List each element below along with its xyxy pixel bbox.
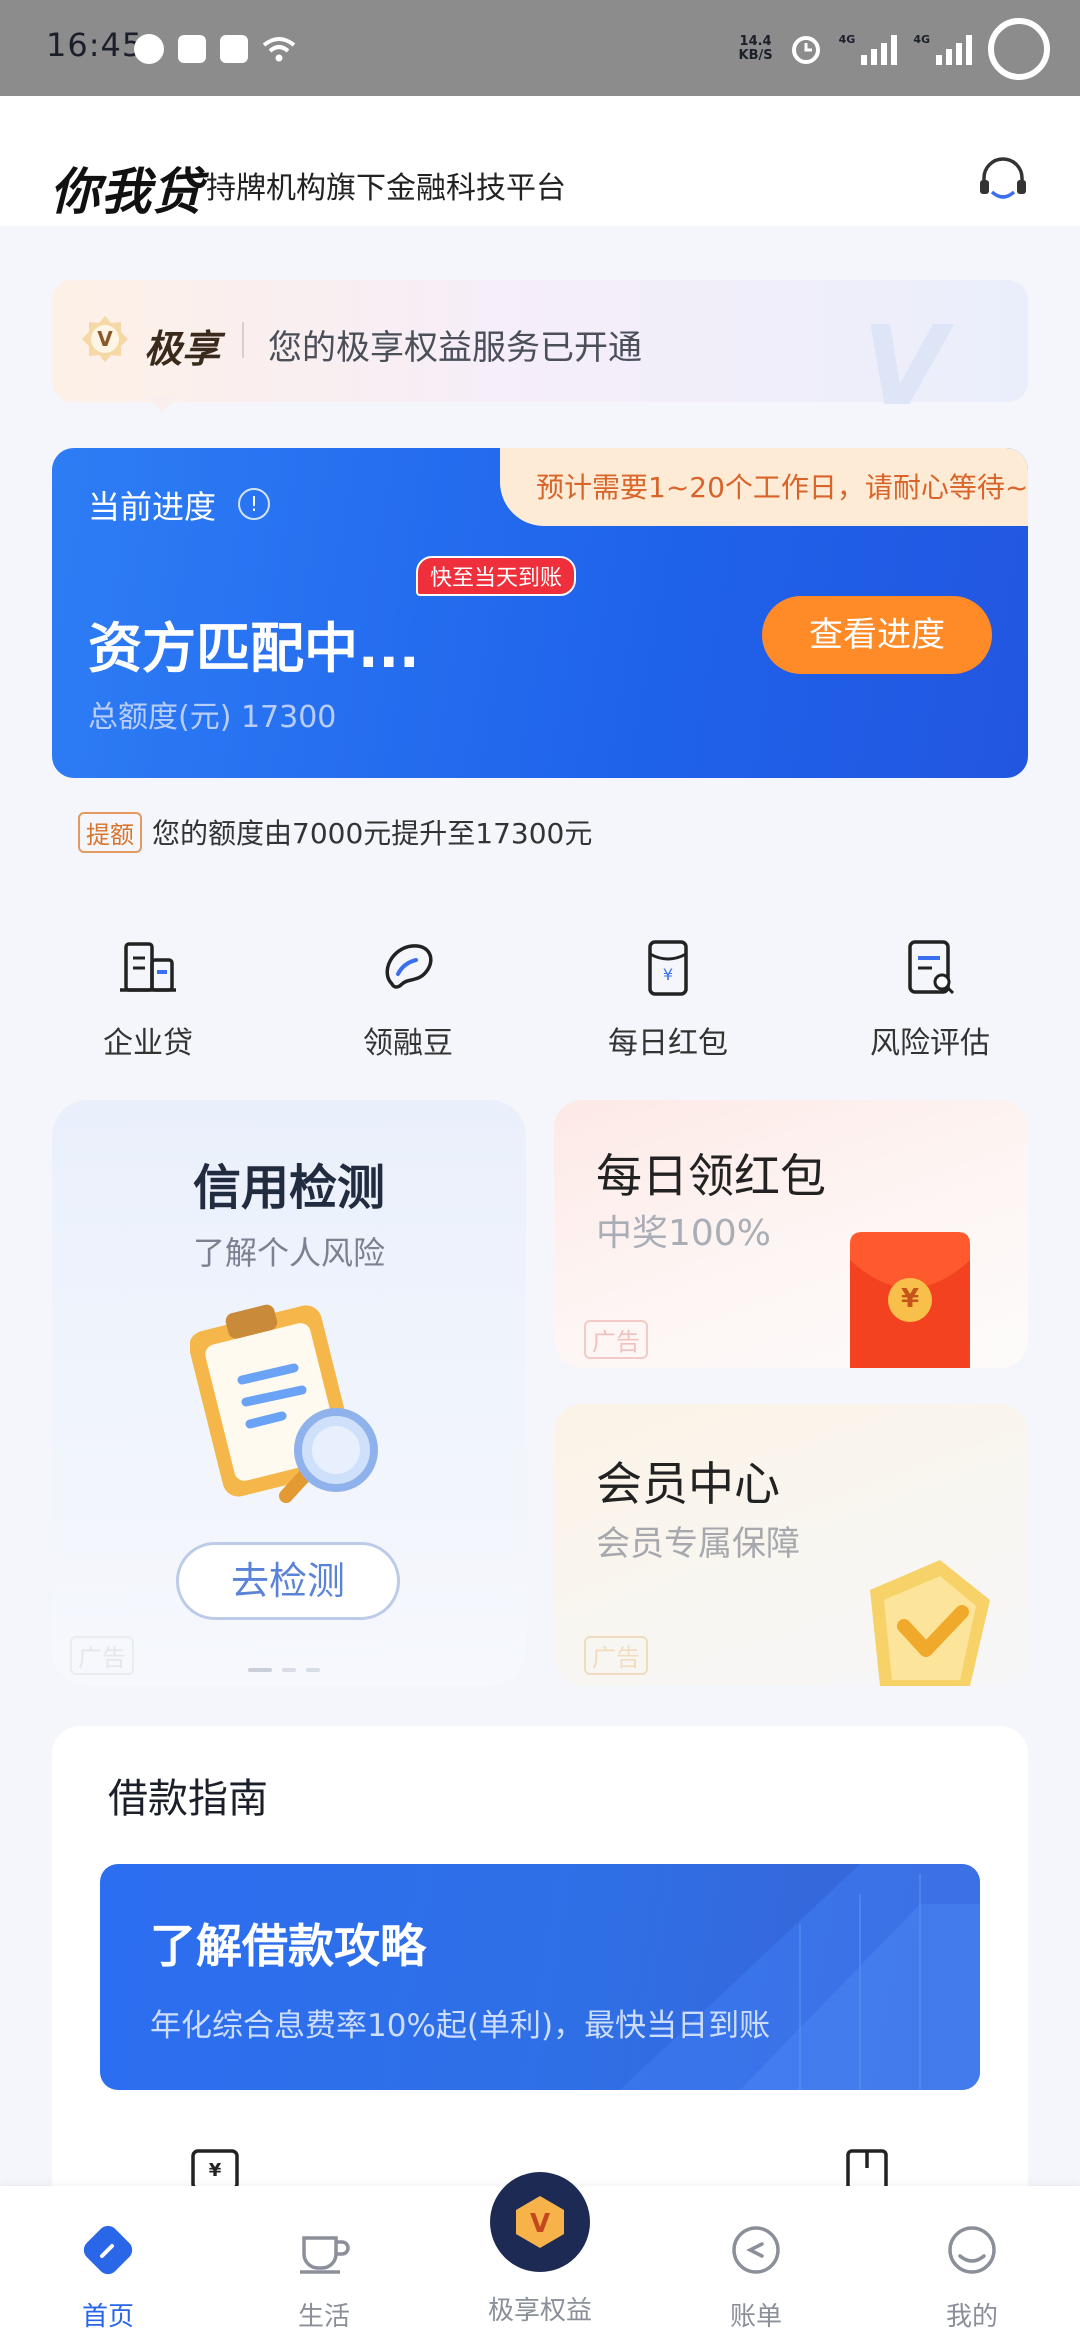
loan-guide-banner-title: 了解借款攻略 [150,1919,426,1973]
member-center-title: 会员中心 [596,1457,780,1511]
loan-guide-banner-subtitle: 年化综合息费率10%起(单利)，最快当日到账 [150,2008,771,2044]
svg-text:¥: ¥ [663,965,673,984]
app-logo: 你我贷 [50,163,203,221]
credit-raise-tag: 提额 [78,812,142,853]
alarm-icon [791,36,820,64]
red-packet-icon: ¥ [648,940,688,996]
progress-notice: 预计需要1~20个工作日，请耐心等待~ [536,471,1029,504]
progress-status: 资方匹配中... [88,617,420,680]
tab-label: 我的 [945,2302,998,2332]
vip-badge-icon: V [82,316,128,362]
red-packet-title: 每日领红包 [596,1149,826,1203]
tab-label: 账单 [729,2302,782,2332]
tab-label: 生活 [297,2302,350,2332]
vip-message: 您的极享权益服务已开通 [268,328,642,368]
tab-life[interactable]: 生活 [244,2208,404,2333]
app-slogan: 持牌机构旗下金融科技平台 [206,171,566,206]
coffee-cup-icon [300,2236,350,2274]
quick-item-enterprise-loan[interactable]: 企业贷 [58,938,238,1062]
svg-text:V: V [97,327,113,351]
svg-text:V: V [530,2209,550,2239]
tab-mine[interactable]: 我的 [892,2208,1052,2333]
ad-label: 广告 [584,1636,648,1675]
go-check-button[interactable]: 去检测 [176,1542,400,1620]
bean-icon [385,944,433,989]
info-icon[interactable]: ! [238,488,270,520]
ad-label: 广告 [70,1636,134,1675]
loan-guide-banner[interactable] [100,1864,980,2090]
member-center-subtitle: 会员专属保障 [596,1524,800,1564]
user-face-icon [948,2226,996,2274]
quick-item-risk-assessment[interactable]: 风险评估 [840,938,1020,1062]
quick-item-label: 企业贷 [103,1026,193,1061]
carousel-indicator [248,1668,320,1672]
credit-check-title: 信用检测 [192,1160,385,1216]
status-time: 16:45 [46,26,144,64]
building-icon [120,942,176,992]
progress-label: 当前进度 [88,488,217,526]
banner-decoration [620,1864,980,2090]
notification-icon [220,35,248,63]
quick-item-label: 领融豆 [363,1026,453,1061]
ad-label: 广告 [584,1320,648,1359]
red-packet-subtitle: 中奖100% [596,1213,771,1254]
sim-icon [178,35,206,63]
headset-icon[interactable] [976,154,1030,208]
vip-banner-pointer [146,396,178,412]
fast-arrival-badge: 快至当天到账 [416,556,577,596]
total-credit-amount: 总额度(元) 17300 [88,700,337,735]
vip-divider [242,322,244,358]
tab-bill[interactable]: 账单 [676,2208,836,2333]
signal2-icon: 4G [913,33,972,65]
status-notification-icons [134,34,296,64]
tab-label: 首页 [81,2302,134,2332]
loan-guide-title: 借款指南 [108,1776,268,1822]
vip-tab-icon: V [516,2196,564,2248]
shield-badge-icon [870,1560,990,1686]
home-icon [83,2225,133,2275]
quick-item-label: 风险评估 [870,1026,990,1061]
battery-ring-icon [988,18,1050,80]
credit-raise-text: 您的额度由7000元提升至17300元 [152,817,593,850]
vip-title: 极享 [144,327,221,371]
view-progress-button[interactable]: 查看进度 [762,596,992,674]
tab-vip-label[interactable]: 极享权益 [460,2290,620,2327]
credit-check-subtitle: 了解个人风险 [192,1234,385,1272]
vip-watermark: V [862,302,948,430]
bill-clock-icon [732,2226,780,2274]
quick-item-daily-red-packet[interactable]: ¥ 每日红包 [578,938,758,1062]
chat-bubble-icon [134,34,164,64]
signal1-icon: 4G [839,33,898,65]
wifi-icon [262,37,296,62]
coin-symbol: ¥ [900,1284,920,1314]
status-system-icons: 14.4 KB/S 4G 4G [739,18,1050,80]
tab-vip-center-button[interactable]: V [490,2172,590,2272]
risk-report-icon [908,940,955,995]
quick-item-label: 每日红包 [608,1026,728,1061]
clipboard-magnifier-icon [190,1304,378,1503]
tab-home[interactable]: 首页 [28,2208,188,2333]
net-speed: 14.4 KB/S [738,34,773,63]
svg-text:¥: ¥ [209,2160,222,2181]
quick-item-beans[interactable]: 领融豆 [318,938,498,1062]
